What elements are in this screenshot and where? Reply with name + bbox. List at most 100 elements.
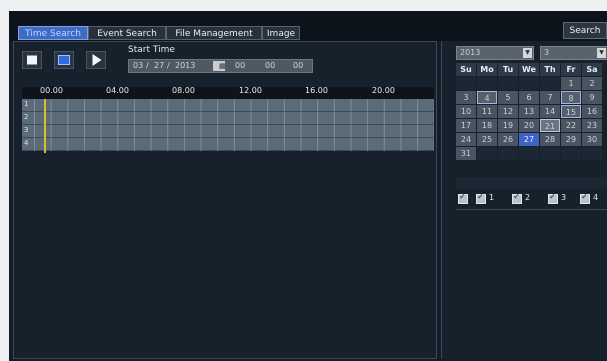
calendar-picker-button[interactable]: ▦ [213,61,226,71]
calendar-day[interactable]: 22 [561,119,581,132]
channel-selector: 1 2 3 4 [458,192,607,208]
month-select-value: 3 [544,48,550,57]
weekday-label: We [519,63,539,76]
tick-label: 12.00 [239,86,262,95]
empty-day-cell [519,147,539,160]
channel-checkbox[interactable] [580,192,590,204]
channel-checkbox[interactable] [512,192,522,204]
track-number: 3 [24,126,29,134]
calendar-day[interactable]: 17 [456,119,476,132]
calendar-week-row: 3456789 [456,91,607,105]
split-screen-icon [58,55,70,65]
calendar-week-row: 31 [456,147,607,161]
calendar-week-row: 24 25 26 27 28 29 30 [456,133,607,147]
timeline-ruler: 00.00 04.00 08.00 12.00 16.00 20.00 [22,86,434,99]
month-value[interactable]: 03 [133,60,143,72]
channel-checkbox[interactable] [476,192,486,204]
channel-label: 3 [561,193,567,202]
year-value[interactable]: 2013 [175,60,195,72]
dropdown-arrow-icon: ▼ [597,48,606,58]
weekday-label: Tu [498,63,518,76]
start-time-label: Start Time [128,45,175,55]
calendar-day[interactable]: 18 [477,119,497,132]
calendar-day[interactable]: 5 [498,91,518,104]
weekday-label: Fr [561,63,581,76]
calendar-day[interactable]: 2 [582,77,602,90]
calendar-day[interactable]: 6 [519,91,539,104]
tab-time-search[interactable]: Time Search [18,26,88,40]
calendar-day[interactable]: 21 [540,119,560,132]
start-time-field[interactable]: 03 / 27 / 2013 ▦ 00 00 00 [128,59,313,73]
tick-label: 00.00 [40,86,63,95]
weekday-label: Mo [477,63,497,76]
calendar-day[interactable]: 16 [582,105,602,118]
play-button[interactable] [86,51,106,69]
weekday-label: Sa [582,63,602,76]
calendar-day[interactable]: 10 [456,105,476,118]
calendar-day[interactable]: 26 [498,133,518,146]
calendar-day[interactable]: 24 [456,133,476,146]
tick-label: 20.00 [372,86,395,95]
channel-label: 2 [525,193,531,202]
calendar-day[interactable]: 8 [561,91,581,104]
calendar-day[interactable]: 25 [477,133,497,146]
track-number: 4 [24,139,29,147]
empty-day-cell [456,77,476,90]
year-select-value: 2013 [460,48,481,57]
playback-cursor[interactable] [44,99,46,153]
calendar-day[interactable]: 23 [582,119,602,132]
empty-day-cell [498,147,518,160]
calendar-day[interactable]: 1 [561,77,581,90]
weekday-label: Su [456,63,476,76]
calendar-day[interactable]: 7 [540,91,560,104]
calendar-day[interactable]: 29 [561,133,581,146]
calendar-week-row: 17 18 19 20 21 22 23 [456,119,607,133]
divider [456,209,607,210]
second-value[interactable]: 00 [293,60,303,72]
calendar-day[interactable]: 28 [540,133,560,146]
search-button[interactable]: Search [563,22,607,39]
calendar-day[interactable]: 3 [456,91,476,104]
calendar-grid: Su Mo Tu We Th Fr Sa 1 2 3 4 5 6 7 8 9 10 11 12 13 14 15 16 17 1… [456,63,607,161]
channel-label: 4 [593,193,599,202]
tab-bar: Time Search Event Search File Management… [9,11,607,41]
empty-day-cell [561,147,581,160]
minute-value[interactable]: 00 [265,60,275,72]
tick-label: 04.00 [106,86,129,95]
calendar-day[interactable]: 30 [582,133,602,146]
split-screen-button[interactable] [54,51,74,69]
calendar-day[interactable]: 15 [561,105,581,118]
date-panel: 2013 ▼ 3 ▼ Su Mo Tu We Th Fr Sa 1 2 3 4 5 6 7 8 9 10 11 12… [441,41,607,359]
calendar-day[interactable]: 14 [540,105,560,118]
tick-label: 08.00 [172,86,195,95]
calendar-day[interactable]: 9 [582,91,602,104]
calendar-day[interactable]: 13 [519,105,539,118]
tab-image[interactable]: Image [262,26,300,40]
calendar-week-row: 12 [456,77,607,91]
calendar-day[interactable]: 20 [519,119,539,132]
month-select[interactable]: 3 ▼ [540,46,607,60]
dropdown-arrow-icon: ▼ [523,48,532,58]
year-select[interactable]: 2013 ▼ [456,46,534,60]
calendar-icon: ▦ [219,62,226,70]
track-number: 2 [24,113,29,121]
calendar-day[interactable]: 12 [498,105,518,118]
channel-checkbox[interactable] [548,192,558,204]
calendar-day[interactable]: 4 [477,91,497,104]
timeline[interactable]: 00.00 04.00 08.00 12.00 16.00 20.00 1 2 … [22,86,434,157]
dvr-search-window: Time Search Event Search File Management… [9,11,607,361]
empty-day-cell [582,147,602,160]
day-value[interactable]: 27 [154,60,164,72]
timeline-grid [34,99,434,151]
empty-day-cell [519,77,539,90]
select-all-checkbox[interactable] [458,192,468,204]
tab-file-management[interactable]: File Management [166,26,262,40]
calendar-day[interactable]: 11 [477,105,497,118]
stop-button[interactable] [22,51,42,69]
hour-value[interactable]: 00 [235,60,245,72]
tab-event-search[interactable]: Event Search [88,26,166,40]
calendar-day[interactable]: 27 [519,133,539,146]
calendar-day[interactable]: 31 [456,147,476,160]
calendar-day[interactable]: 19 [498,119,518,132]
date-separator: / [167,61,170,70]
